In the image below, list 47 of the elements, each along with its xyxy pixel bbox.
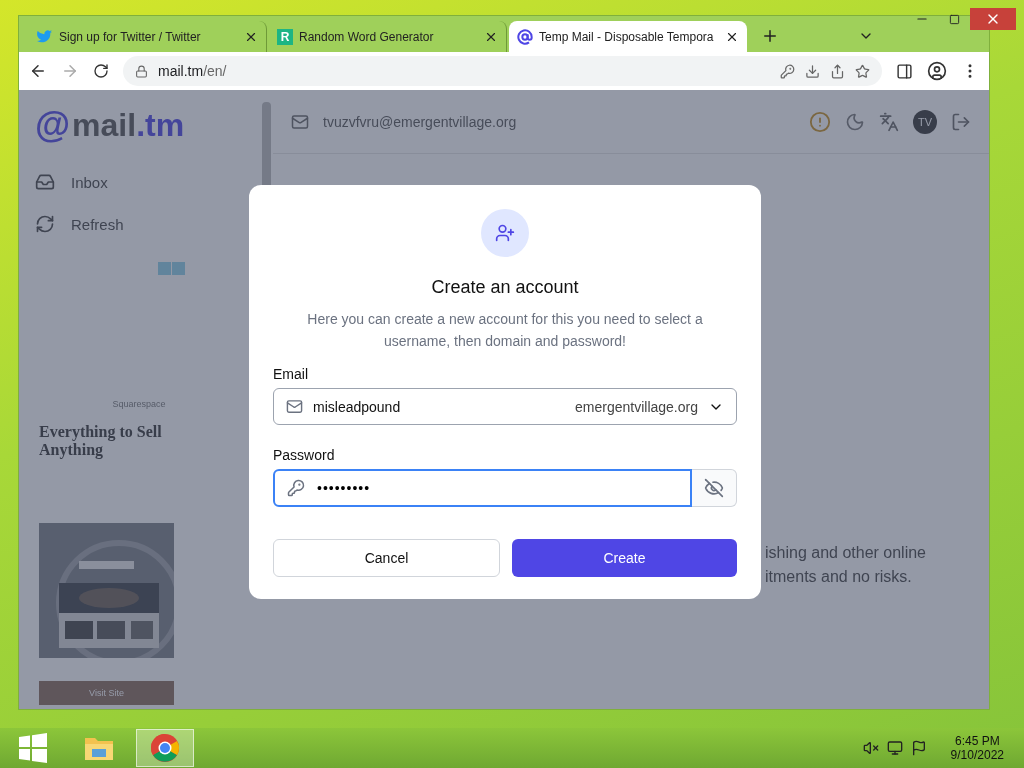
at-sign-icon — [517, 28, 533, 45]
chrome-icon[interactable] — [150, 733, 180, 763]
nav-item[interactable]: Inbox — [35, 172, 243, 192]
address-bar[interactable]: mail.tm/en/ — [123, 56, 882, 86]
windows-start-icon[interactable] — [18, 733, 48, 763]
inbox-icon — [35, 172, 55, 192]
lock-icon — [135, 64, 148, 78]
star-icon[interactable] — [855, 63, 870, 79]
volume-muted-icon[interactable] — [862, 740, 879, 756]
account-email: tvuzvfvru@emergentvillage.org — [323, 113, 518, 130]
intro-text: ishing and other online — [765, 544, 927, 562]
ad-sponsor: Squarespace — [111, 399, 167, 409]
field-label: Password — [273, 447, 335, 463]
side-panel-icon[interactable] — [896, 62, 913, 80]
taskbar-app[interactable] — [136, 729, 194, 767]
user-avatar[interactable]: TV — [913, 109, 937, 134]
back-icon[interactable] — [29, 62, 47, 80]
key-icon[interactable] — [780, 63, 795, 79]
password-field[interactable]: ••••••••• — [273, 469, 692, 507]
bird-icon — [37, 29, 53, 44]
share-icon[interactable] — [830, 63, 845, 79]
mail-icon — [291, 112, 309, 131]
key-icon — [287, 479, 305, 497]
app-logo: R — [277, 28, 293, 45]
toggle-visibility-button[interactable] — [692, 469, 737, 507]
mail-icon — [286, 398, 303, 415]
cancel-button[interactable]: Cancel — [273, 539, 500, 577]
reload-icon[interactable] — [93, 63, 109, 79]
dialog-description: Here you can create a new account for this you need to select a username, then domain and password! — [306, 310, 704, 351]
intro-text: itments and no risks. — [765, 568, 913, 586]
new-tab-icon[interactable] — [761, 27, 779, 45]
clock[interactable]: 6:45 PM 9/10/2022 — [950, 734, 1004, 762]
browser-tab[interactable]: Temp Mail - Disposable Tempora — [509, 21, 747, 52]
user-plus-icon — [481, 209, 529, 257]
refresh-icon — [35, 214, 55, 234]
ad-headline: Everything to Sell Anything — [39, 423, 163, 459]
field-label: Email — [273, 366, 308, 382]
download-icon[interactable] — [805, 63, 820, 79]
translate-icon[interactable] — [879, 111, 899, 132]
logout-icon[interactable] — [951, 111, 971, 132]
network-icon[interactable] — [886, 740, 903, 756]
eye-off-icon — [704, 478, 724, 498]
profile-icon[interactable] — [927, 61, 947, 81]
flag-icon[interactable] — [910, 740, 927, 756]
dialog-title: Create an account — [431, 277, 579, 298]
create-button[interactable]: Create — [512, 539, 737, 577]
email-field[interactable]: misleadpound emergentvillage.org — [273, 388, 737, 425]
